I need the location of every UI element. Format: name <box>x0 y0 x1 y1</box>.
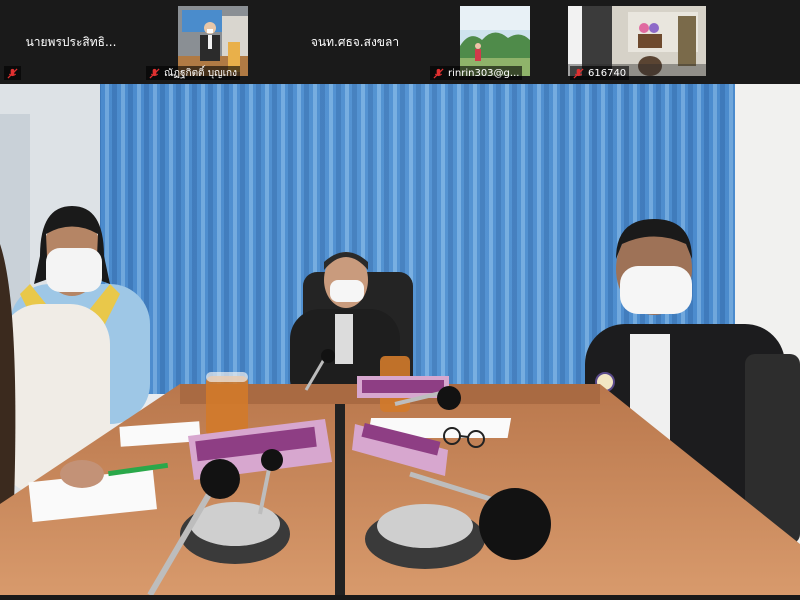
mic-muted-icon <box>573 67 584 79</box>
main-video-feed[interactable] <box>0 84 800 595</box>
participant-name: 616740 <box>588 67 627 79</box>
participant-name: นายพรประสิทธิ... <box>25 35 117 49</box>
participant-label: rinrin303@g... <box>430 66 523 80</box>
participant-name: จนท.ศธจ.สงขลา <box>310 35 400 49</box>
participant-tile-1[interactable]: นายพรประสิทธิ... <box>0 0 142 84</box>
video-bottom-bar <box>0 595 800 600</box>
participant-label: ณัฏฐกิตติ์ บุญเกง <box>146 66 240 80</box>
participant-name: rinrin303@g... <box>448 67 520 79</box>
mic-muted-icon <box>433 67 444 79</box>
participant-name: ณัฏฐกิตติ์ บุญเกง <box>164 67 237 79</box>
participant-strip: นายพรประสิทธิ... ณัฏฐกิตติ์ บุญเกง จนท.ศ… <box>0 0 800 84</box>
participant-tile-3[interactable]: จนท.ศธจ.สงขลา <box>284 0 426 84</box>
meeting-room-scene <box>0 84 800 595</box>
mic-muted-icon <box>149 67 160 79</box>
participant-tile-5[interactable]: 616740 <box>566 0 708 84</box>
participant-label: 616740 <box>570 66 630 80</box>
mic-muted-icon <box>7 67 18 79</box>
participant-tile-4[interactable]: rinrin303@g... <box>426 0 568 84</box>
participant-tile-2[interactable]: ณัฏฐกิตติ์ บุญเกง <box>142 0 284 84</box>
participant-label <box>4 66 21 80</box>
